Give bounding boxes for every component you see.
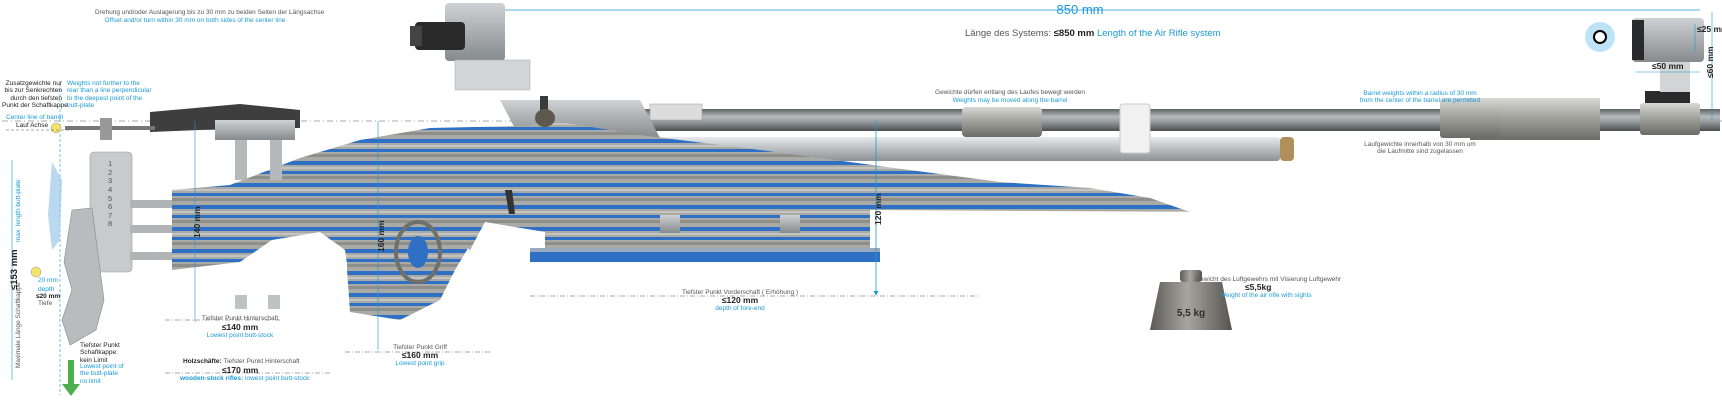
system-length-dim: 850 mm <box>1056 2 1104 17</box>
rifle-illustration <box>2 3 1722 396</box>
buttplate-scale-digits: 1 2 3 4 5 6 7 8 <box>108 159 113 229</box>
loading-port <box>649 103 703 121</box>
buttplate-lowest-de: Tiefster Punkt Schaftkappe: kein Limit <box>80 342 120 364</box>
lowest-point-arrow <box>68 360 74 384</box>
buttplate-lowest-en: Lowest point of the butt-plate no limit <box>80 363 124 385</box>
sight-dim-50: ≤50 mm <box>1652 61 1684 71</box>
butt-weights-en: Weights not further to the rear than a l… <box>67 80 152 110</box>
barrel-weights-en: Weights may be moved along the barrel <box>952 97 1068 104</box>
butt-weight-marker <box>50 122 62 134</box>
barrel-weights-de: Gewichte dürfen entlang des Laufes beweg… <box>935 89 1085 96</box>
cylinder-cap <box>1280 137 1294 161</box>
barrel-radius-de-2: die Laufmitte sind zugelassen <box>1377 148 1463 155</box>
foreend-vertical: 120 mm <box>873 193 883 225</box>
barrel-weight-black <box>1645 91 1690 103</box>
grip-vertical: 160 mm <box>376 220 386 252</box>
weight-en: Weight of the air rifle with sights <box>1220 292 1312 299</box>
sight-mount <box>454 59 531 91</box>
weight-stamp: 5,5 kg <box>1176 308 1206 319</box>
buttplate-20-a: 20 mm <box>38 277 58 284</box>
barrel-clamp <box>1119 103 1151 154</box>
buttstock-en: Lowest point butt-stock <box>206 332 274 339</box>
buttplate-depth-de: Tiefe <box>38 300 53 307</box>
rear-sight-eyepiece <box>415 22 465 50</box>
center-line-de: Lauf Achse <box>16 122 49 129</box>
sight-dim-25: ≤25 mm <box>1697 24 1722 34</box>
system-length-de: Länge des Systems: <box>965 28 1052 39</box>
center-line-en: Center line of barrel <box>6 114 64 121</box>
butt-weights-de: Zusatzgewichte nur bis zur Senkrechten d… <box>2 80 68 110</box>
buttplate-153: ≤153 mm <box>9 249 20 290</box>
wooden-en: wooden-stock rifles: lowest point butt-s… <box>180 375 310 382</box>
rifle-rules-diagram: Drehung und/oder Auslagerung bis zu 30 m… <box>0 0 1722 400</box>
buttplate-maxlen-en: max. length butt-plate <box>15 179 22 242</box>
cocking-knob <box>535 109 555 127</box>
top-note-de: Drehung und/oder Auslagerung bis zu 30 m… <box>95 9 325 16</box>
grip-en: Lowest point grip <box>395 360 445 367</box>
barrel-radius-en-2: from the center of the barrel are permit… <box>1359 97 1481 104</box>
barrel-weight-1 <box>962 107 1042 137</box>
top-note-en: Offset and/or turn within 30 mm on both … <box>104 17 286 24</box>
sight-dim-60: ≤60 mm <box>1705 46 1715 78</box>
system-length-en: Length of the Air Rifle system <box>1096 28 1221 39</box>
buttplate-maxlen-de: Maximale Länge Schaftkappe <box>15 282 22 368</box>
foreend-en: depth of fore-end <box>715 305 765 312</box>
wooden-de: Holzschäfte: Tiefster Punkt Hinterschaft <box>183 358 300 365</box>
system-length-val: ≤850 mm <box>1053 28 1095 39</box>
buttstock-vertical: 140 mm <box>192 206 202 238</box>
cheek-adjuster <box>215 120 295 140</box>
system-length-label: Länge des Systems: ≤850 mm Length of the… <box>965 28 1221 39</box>
